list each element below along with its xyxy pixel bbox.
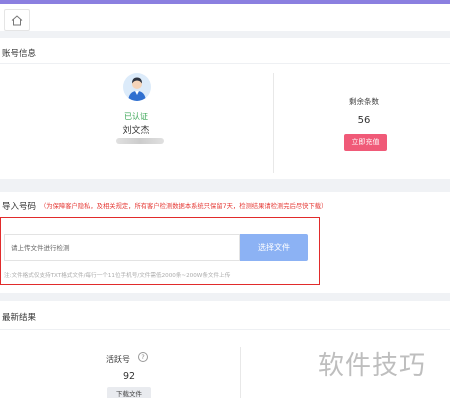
- remaining-count-label: 剩余条数: [349, 97, 379, 106]
- upload-hint: 注:文件格式仅支持TXT格式文件/每行一个11位手机号/文件需低2000条~20…: [4, 273, 231, 279]
- download-file-button[interactable]: 下载文件: [107, 387, 151, 398]
- section-divider: [0, 329, 450, 330]
- vertical-divider: [273, 73, 274, 173]
- watermark: 软件技巧: [318, 351, 427, 381]
- file-path-input[interactable]: 请上传文件进行检测: [4, 234, 240, 261]
- vertical-divider: [240, 347, 241, 398]
- avatar: [123, 73, 151, 101]
- account-section-title: 账号信息: [2, 49, 37, 59]
- help-icon[interactable]: ?: [138, 352, 148, 362]
- remaining-count-value: 56: [357, 115, 371, 126]
- user-avatar-icon: [123, 73, 151, 101]
- active-number-label: 活跃号: [106, 355, 130, 364]
- active-number-value: 92: [122, 371, 136, 382]
- choose-file-button[interactable]: 选择文件: [240, 234, 308, 261]
- privacy-notice: （为保障客户隐私，及相关规定，所有客户检测数据本系统只保留7天，检测结果请检测完…: [40, 203, 328, 210]
- verification-status: 已认证: [124, 112, 148, 121]
- import-section-title: 导入号码: [2, 202, 37, 212]
- masked-phone-number: [116, 138, 164, 144]
- top-tab-bar: [0, 0, 450, 31]
- section-divider: [0, 63, 450, 64]
- import-numbers-card: 导入号码 （为保障客户隐私，及相关规定，所有客户检测数据本系统只保留7天，检测结…: [0, 192, 450, 293]
- home-icon: [11, 14, 23, 25]
- recharge-button[interactable]: 立即充值: [344, 134, 387, 151]
- user-name: 刘文杰: [122, 126, 150, 136]
- results-section-title: 最新结果: [2, 313, 37, 323]
- account-info-card: 账号信息 已认证 刘文杰 剩余条数 56 立即充值: [0, 38, 450, 179]
- home-tab[interactable]: [4, 9, 30, 31]
